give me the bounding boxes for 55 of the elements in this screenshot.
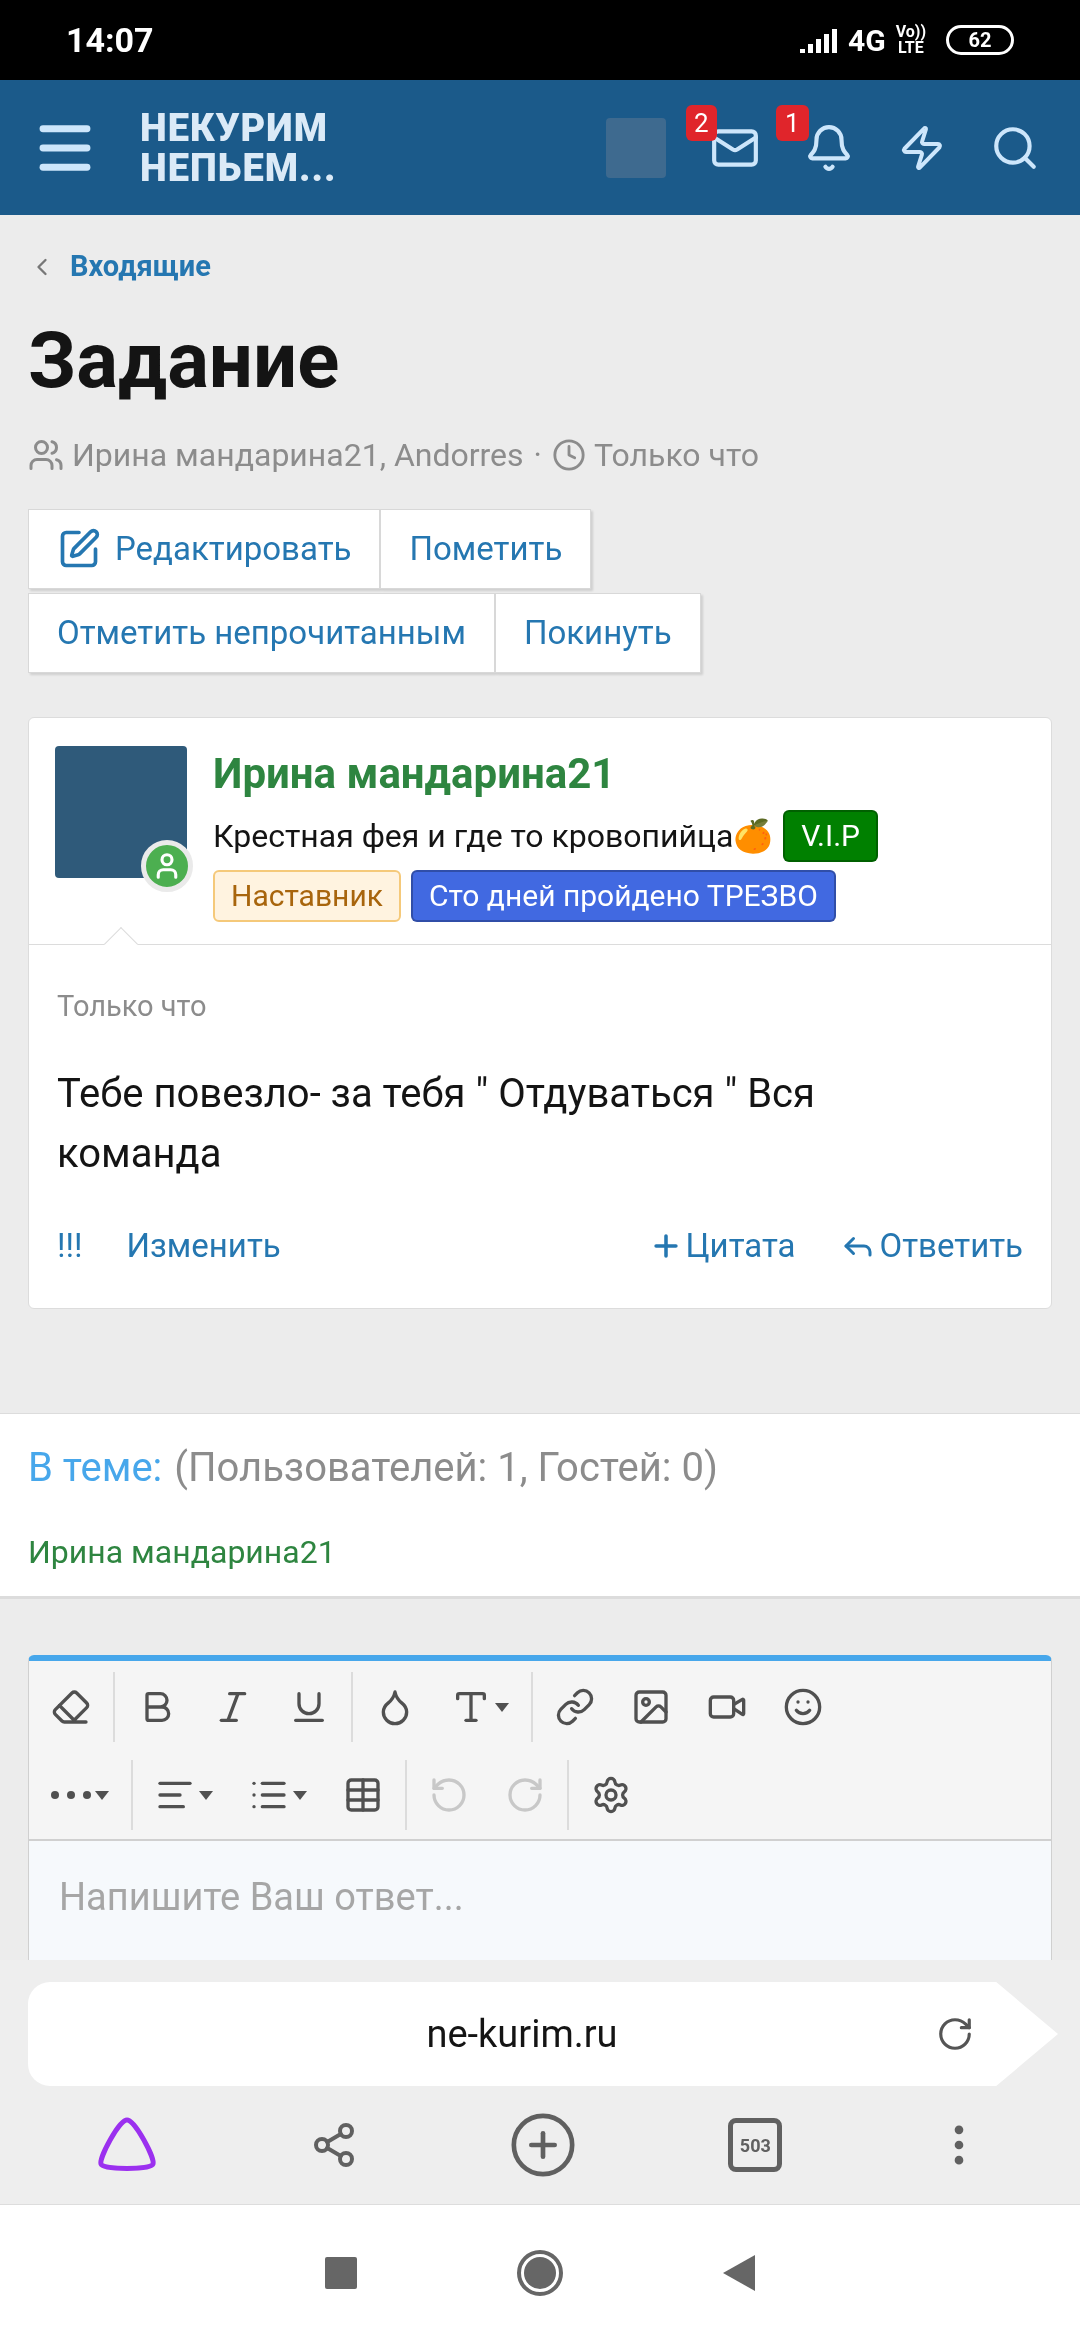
visitor-counts: (Пользователей: 1, Гостей: 0) [174, 1443, 718, 1493]
network-type: 4G [847, 21, 886, 60]
caret-icon [95, 1790, 109, 1800]
edit-link[interactable]: Изменить [126, 1221, 281, 1271]
address-bar[interactable]: ne-kurim.ru [28, 1982, 1058, 2086]
online-user-link[interactable]: Ирина мандарина21 [28, 1528, 336, 1576]
battery-icon: 62 [946, 25, 1014, 55]
reply-link[interactable]: Ответить [839, 1221, 1023, 1271]
quote-link[interactable]: Цитата [649, 1221, 796, 1271]
user-badge: Сто дней пройдено ТРЕЗВО [410, 869, 836, 922]
caret-icon [199, 1790, 213, 1800]
recents-button[interactable] [325, 2256, 357, 2289]
action-button[interactable]: Отметить непрочитанным [28, 592, 495, 673]
caret-icon [495, 1702, 509, 1712]
user-title: Крестная фея и где то кровопийца🍊 [213, 815, 774, 857]
participants-text: Ирина мандарина21, Andorres [72, 434, 524, 476]
more-icon [51, 1791, 91, 1799]
tabs-counter[interactable]: 503 [728, 2118, 783, 2172]
page-title: Задание [27, 313, 341, 408]
redo-icon [505, 1775, 545, 1815]
user-badge: Наставник [213, 869, 401, 922]
clock-time: 14:07 [66, 18, 154, 62]
meta-separator: · [533, 434, 542, 476]
volte-icon: Vo)) LTE [895, 24, 926, 56]
undo-icon [429, 1775, 469, 1815]
report-link[interactable]: !!! [57, 1221, 83, 1271]
eraser-icon [51, 1687, 91, 1727]
image-icon [631, 1687, 671, 1727]
author-name[interactable]: Ирина мандарина21 [213, 745, 1025, 802]
avatar-photo[interactable] [55, 745, 187, 878]
action-button[interactable]: Покинуть [494, 592, 701, 673]
post-time: Только что [57, 988, 207, 1023]
clock-icon [551, 437, 586, 472]
action-button[interactable]: Пометить [380, 508, 592, 589]
home-button[interactable] [517, 2249, 563, 2296]
smiley-icon [783, 1687, 823, 1727]
back-button[interactable] [723, 2254, 755, 2291]
notification-badge: 1 [776, 104, 809, 141]
table-icon [343, 1775, 383, 1815]
site-logo[interactable]: НЕКУРИМ НЕПЬЕМ... [140, 107, 337, 188]
section-label: В теме: [28, 1443, 163, 1493]
notification-badge: 2 [686, 104, 717, 141]
caret-icon [293, 1790, 307, 1800]
reply-input-field[interactable]: Напишите Ваш ответ... [59, 1869, 1021, 1926]
settings-icon [591, 1775, 631, 1815]
reload-icon[interactable] [936, 2015, 974, 2053]
reply-input-area[interactable]: Напишите Ваш ответ... [29, 1839, 1051, 1960]
url-text: ne-kurim.ru [425, 2010, 618, 2058]
message-text: Тебе повезло- за тебя " Отдуваться " Вся команда [57, 1069, 816, 1179]
user-badge: V.I.P [783, 809, 878, 862]
action-button[interactable]: Редактировать [28, 508, 381, 589]
meta-time: Только что [593, 434, 759, 476]
signal-icon [799, 27, 838, 53]
breadcrumb-link[interactable]: Входящие [70, 245, 211, 289]
link-icon [555, 1687, 595, 1727]
